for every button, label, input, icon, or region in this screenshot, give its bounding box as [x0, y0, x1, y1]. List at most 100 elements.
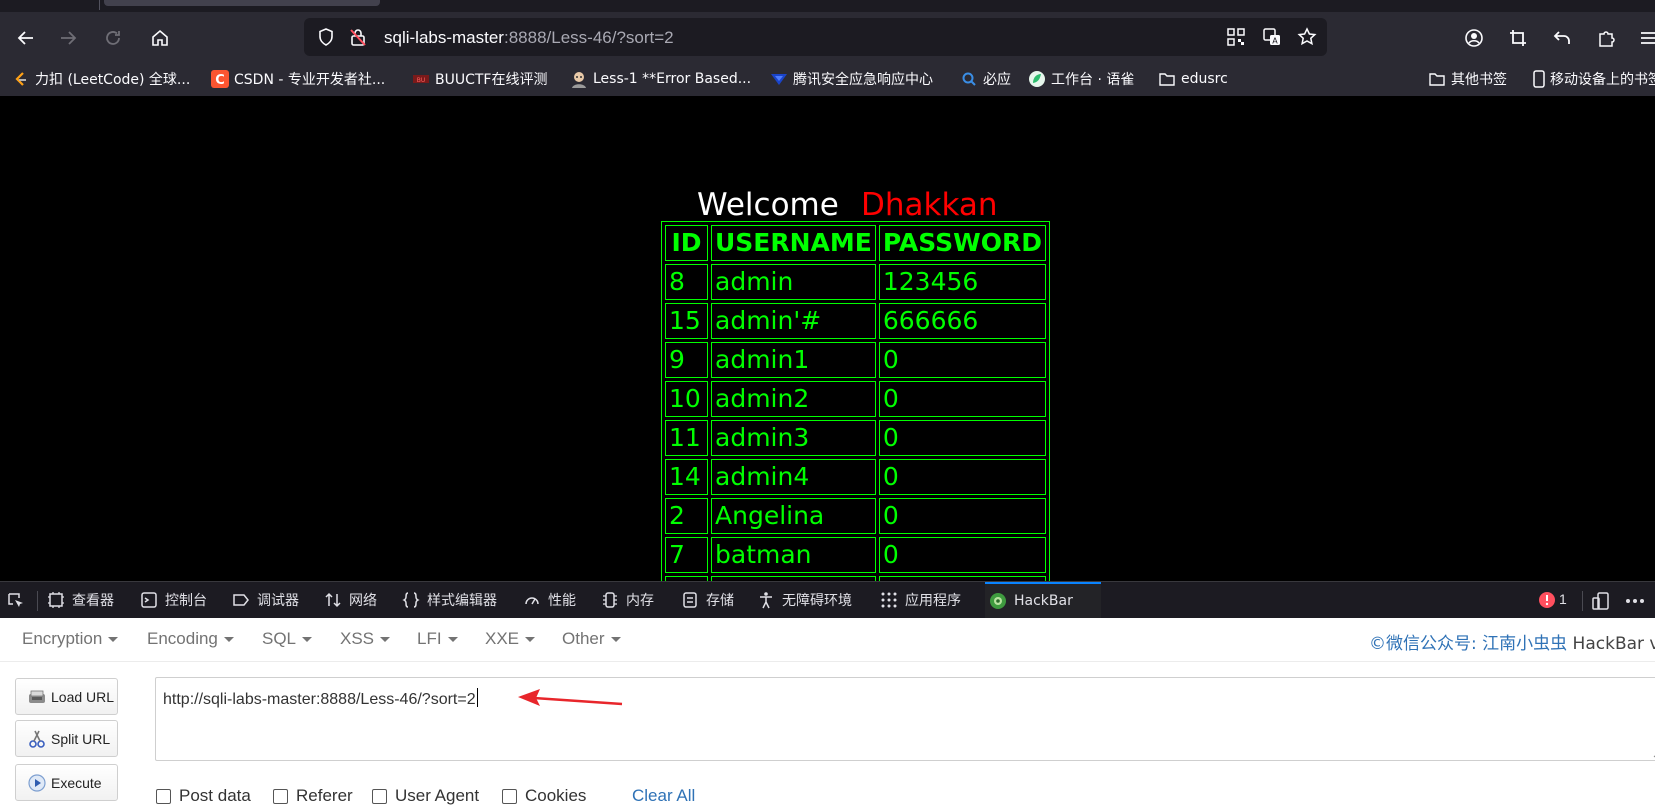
clear-all-link[interactable]: Clear All	[632, 786, 695, 806]
devtools-tab-label: 性能	[548, 593, 576, 609]
table-row: 8 admin 123456	[665, 264, 1046, 300]
caret-down-icon	[223, 637, 234, 643]
error-count[interactable]: 1	[1559, 591, 1567, 607]
menu-label: XSS	[340, 629, 375, 648]
forward-button[interactable]	[52, 22, 84, 54]
home-button[interactable]	[144, 22, 176, 54]
bookmark-csdn[interactable]: C CSDN - 专业开发者社...	[211, 68, 385, 90]
cookies-checkbox[interactable]: Cookies	[502, 786, 586, 806]
bookmark-star-icon[interactable]	[1297, 27, 1317, 47]
checkbox-box[interactable]	[156, 788, 171, 804]
hackbar-menu-other[interactable]: Other	[562, 629, 621, 649]
bookmark-other[interactable]: 其他书签	[1428, 68, 1507, 90]
devtools-tab-label: 查看器	[72, 593, 114, 609]
undo-button[interactable]	[1546, 22, 1578, 54]
screenshot-button[interactable]	[1502, 22, 1534, 54]
hackbar-credit: ©微信公众号: 江南小虫虫 HackBar v	[1369, 629, 1655, 654]
bookmark-leetcode[interactable]: 力扣 (LeetCode) 全球...	[12, 68, 190, 90]
caret-down-icon	[447, 637, 458, 643]
caret-down-icon	[108, 637, 119, 643]
user-agent-checkbox[interactable]: User Agent	[372, 786, 479, 806]
devtools-tab-application[interactable]: 应用程序	[880, 582, 961, 618]
devtools-tab-label: HackBar	[1014, 593, 1073, 609]
checkbox-box[interactable]	[502, 788, 517, 804]
devtools-tab-label: 控制台	[165, 593, 207, 609]
devtools-tab-style-editor[interactable]: 样式编辑器	[402, 582, 497, 618]
bookmark-label: edusrc	[1181, 71, 1228, 87]
bookmark-label: BUUCTF在线评测	[435, 72, 548, 88]
bookmark-less1[interactable]: Less-1 **Error Based...	[570, 68, 751, 90]
split-url-button[interactable]: Split URL	[15, 720, 118, 757]
post-data-checkbox[interactable]: Post data	[156, 786, 251, 806]
devtools-tab-hackbar[interactable]: HackBar	[985, 582, 1101, 618]
url-host: sqli-labs-master	[384, 28, 504, 47]
application-icon	[881, 592, 897, 608]
devtools-tab-performance[interactable]: 性能	[523, 582, 576, 618]
devtools-tab-storage[interactable]: 存储	[681, 582, 734, 618]
bookmark-label: CSDN - 专业开发者社...	[234, 72, 386, 88]
devtools-tab-console[interactable]: 控制台	[140, 582, 207, 618]
text-cursor	[476, 688, 478, 707]
devtools-tab-network[interactable]: 网络	[324, 582, 377, 618]
csdn-icon: C	[211, 70, 229, 88]
cell-id: 9	[665, 342, 708, 378]
table-row: 11 admin3 0	[665, 420, 1046, 456]
tab-strip	[0, 0, 1655, 12]
bookmarks-toolbar: 力扣 (LeetCode) 全球... C CSDN - 专业开发者社... B…	[0, 62, 1655, 96]
yuque-icon	[1028, 70, 1046, 88]
element-picker-icon[interactable]	[6, 591, 26, 611]
back-button[interactable]	[10, 22, 42, 54]
cell-password: 0	[878, 498, 1046, 534]
devtools-tab-memory[interactable]: 内存	[601, 582, 654, 618]
account-button[interactable]	[1458, 22, 1490, 54]
hackbar-menu-lfi[interactable]: LFI	[417, 629, 458, 649]
hackbar-menu-sql[interactable]: SQL	[262, 629, 313, 649]
bookmark-bing[interactable]: 必应	[960, 68, 1011, 90]
devtools-tab-inspector[interactable]: 查看器	[47, 582, 114, 618]
active-tab[interactable]	[104, 0, 380, 6]
qr-code-icon[interactable]	[1226, 27, 1246, 47]
devtools-tab-accessibility[interactable]: 无障碍环境	[757, 582, 852, 618]
shield-icon[interactable]	[316, 27, 336, 47]
responsive-design-icon[interactable]	[1591, 591, 1611, 611]
column-header-username: USERNAME	[711, 225, 876, 261]
debugger-icon	[233, 594, 249, 606]
checkbox-box[interactable]	[372, 788, 387, 804]
toolbar-divider	[1582, 591, 1583, 611]
caret-down-icon	[302, 637, 313, 643]
more-options-icon[interactable]	[1624, 591, 1646, 611]
url-textarea[interactable]: http://sqli-labs-master:8888/Less-46/?so…	[155, 677, 1655, 761]
hackbar-menu-xxe[interactable]: XXE	[485, 629, 536, 649]
bookmark-mobile[interactable]: 移动设备上的书签	[1530, 68, 1655, 90]
cell-id: 11	[665, 420, 708, 456]
memory-icon	[603, 592, 617, 608]
bookmark-buuctf[interactable]: BU BUUCTF在线评测	[412, 68, 547, 90]
load-url-button[interactable]: Load URL	[15, 678, 118, 715]
url-bar[interactable]: sqli-labs-master:8888/Less-46/?sort=2 A	[304, 18, 1327, 56]
referer-checkbox[interactable]: Referer	[273, 786, 353, 806]
translate-icon[interactable]: A	[1262, 27, 1282, 47]
reload-icon	[106, 31, 120, 45]
bookmark-yuque[interactable]: 工作台 · 语雀	[1028, 68, 1134, 90]
cell-username: admin4	[711, 459, 876, 495]
url-value-text: http://sqli-labs-master:8888/Less-46/?so…	[163, 691, 476, 708]
reload-button[interactable]	[97, 22, 129, 54]
hackbar-menu-xss[interactable]: XSS	[340, 629, 391, 649]
insecure-lock-icon[interactable]	[348, 27, 368, 47]
table-row: 14 admin4 0	[665, 459, 1046, 495]
url-text[interactable]: sqli-labs-master:8888/Less-46/?sort=2	[384, 28, 674, 48]
menu-button[interactable]	[1632, 22, 1655, 54]
checkbox-box[interactable]	[273, 788, 288, 804]
hackbar-menu-encryption[interactable]: Encryption	[22, 629, 119, 649]
hackbar-menu-encoding[interactable]: Encoding	[147, 629, 234, 649]
bookmark-tsrc[interactable]: 腾讯安全应急响应中心	[770, 68, 933, 90]
cell-username: admin2	[711, 381, 876, 417]
extensions-button[interactable]	[1590, 22, 1622, 54]
cell-password: 0	[878, 381, 1046, 417]
bookmark-edusrc[interactable]: edusrc	[1158, 68, 1228, 90]
devtools-tab-debugger[interactable]: 调试器	[232, 582, 299, 618]
execute-button[interactable]: Execute	[15, 764, 118, 801]
error-icon[interactable]	[1538, 591, 1556, 609]
bookmark-label: 腾讯安全应急响应中心	[793, 72, 933, 88]
scissors-icon	[29, 730, 45, 748]
